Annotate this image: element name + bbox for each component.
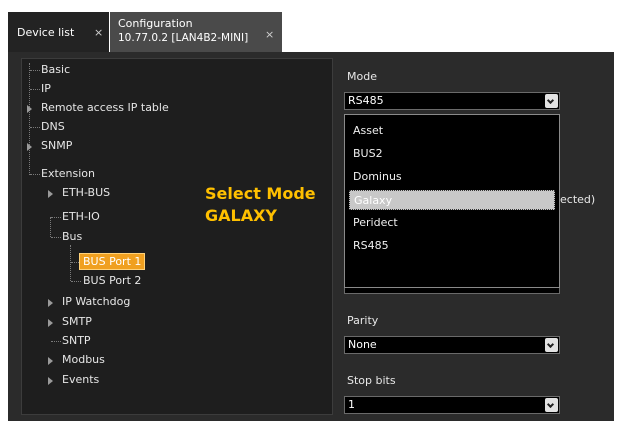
tab-bar: Device list × Configuration 10.77.0.2 [L… (0, 0, 622, 52)
expand-arrow-icon[interactable] (27, 105, 32, 113)
chevron-down-icon[interactable] (545, 398, 558, 412)
mode-option-rs485[interactable]: RS485 (349, 236, 555, 256)
tree-item-bus[interactable]: Bus (62, 230, 82, 243)
expand-arrow-icon[interactable] (48, 377, 53, 385)
tab-configuration-title: Configuration (118, 17, 193, 30)
tree-item-dns[interactable]: DNS (41, 120, 65, 133)
tree-line (30, 127, 40, 128)
chevron-down-icon[interactable] (545, 94, 558, 108)
expand-arrow-icon[interactable] (27, 143, 32, 151)
tree-item-basic[interactable]: Basic (41, 63, 70, 76)
parity-label: Parity (347, 314, 379, 327)
tree-item-ip[interactable]: IP (41, 82, 51, 95)
mode-option-bus2[interactable]: BUS2 (349, 144, 555, 164)
tree-line (51, 237, 61, 238)
obscured-select (344, 288, 560, 294)
mode-select[interactable]: RS485 (344, 92, 560, 110)
parity-select-value: None (348, 338, 377, 351)
chevron-down-icon[interactable] (545, 338, 558, 352)
instruction-line-1: Select Mode (205, 184, 316, 203)
mode-select-value: RS485 (348, 94, 384, 107)
mode-option-asset[interactable]: Asset (349, 121, 555, 141)
mode-option-peridect[interactable]: Peridect (349, 213, 555, 233)
settings-tree: Basic IP Remote access IP table DNS SNMP… (21, 58, 333, 415)
stop-bits-label: Stop bits (347, 374, 396, 387)
parity-select[interactable]: None (344, 336, 560, 354)
stop-bits-select[interactable]: 1 (344, 396, 560, 414)
expand-arrow-icon[interactable] (48, 357, 53, 365)
tree-item-eth-io[interactable]: ETH-IO (62, 210, 100, 223)
tab-device-list[interactable]: Device list × (8, 12, 109, 52)
tree-line (30, 70, 40, 71)
tree-item-smtp[interactable]: SMTP (62, 315, 92, 328)
tree-item-events[interactable]: Events (62, 373, 99, 386)
close-icon[interactable]: × (94, 26, 103, 39)
configuration-panel: Basic IP Remote access IP table DNS SNMP… (8, 52, 614, 421)
tab-device-list-label: Device list (17, 26, 75, 39)
tree-item-extension[interactable]: Extension (41, 167, 95, 180)
mode-label: Mode (347, 70, 377, 83)
tree-line (51, 217, 61, 218)
tree-item-bus-port-2[interactable]: BUS Port 2 (83, 274, 141, 287)
tree-line (30, 89, 40, 90)
expand-arrow-icon[interactable] (48, 299, 53, 307)
tree-line (51, 341, 61, 342)
tree-line (30, 174, 40, 175)
tree-item-snmp[interactable]: SNMP (41, 139, 72, 152)
expand-arrow-icon[interactable] (48, 190, 53, 198)
tree-item-sntp[interactable]: SNTP (62, 334, 91, 347)
tree-item-modbus[interactable]: Modbus (62, 353, 105, 366)
tree-line (70, 245, 71, 281)
stop-bits-select-value: 1 (348, 398, 355, 411)
tab-configuration[interactable]: Configuration 10.77.0.2 [LAN4B2-MINI] × (110, 12, 282, 52)
tree-item-remote-access[interactable]: Remote access IP table (41, 101, 169, 114)
tree-line (71, 281, 81, 282)
tree-item-ip-watchdog[interactable]: IP Watchdog (62, 295, 130, 308)
close-icon[interactable]: × (265, 28, 274, 41)
tree-item-eth-bus[interactable]: ETH-BUS (62, 186, 110, 199)
instruction-line-2: GALAXY (205, 206, 278, 225)
tree-line (29, 63, 30, 175)
instruction-annotation: Select Mode GALAXY (205, 183, 316, 227)
tab-configuration-device: 10.77.0.2 [LAN4B2-MINI] (118, 32, 249, 44)
tree-line (50, 217, 51, 237)
mode-option-galaxy[interactable]: Galaxy (349, 190, 555, 210)
expand-arrow-icon[interactable] (48, 319, 53, 327)
mode-option-dominus[interactable]: Dominus (349, 167, 555, 187)
tree-item-bus-port-1[interactable]: BUS Port 1 (79, 253, 146, 270)
mode-dropdown-list[interactable]: Asset BUS2 Dominus Galaxy Peridect RS485 (344, 114, 560, 288)
obscured-label-text: ected) (560, 193, 596, 206)
